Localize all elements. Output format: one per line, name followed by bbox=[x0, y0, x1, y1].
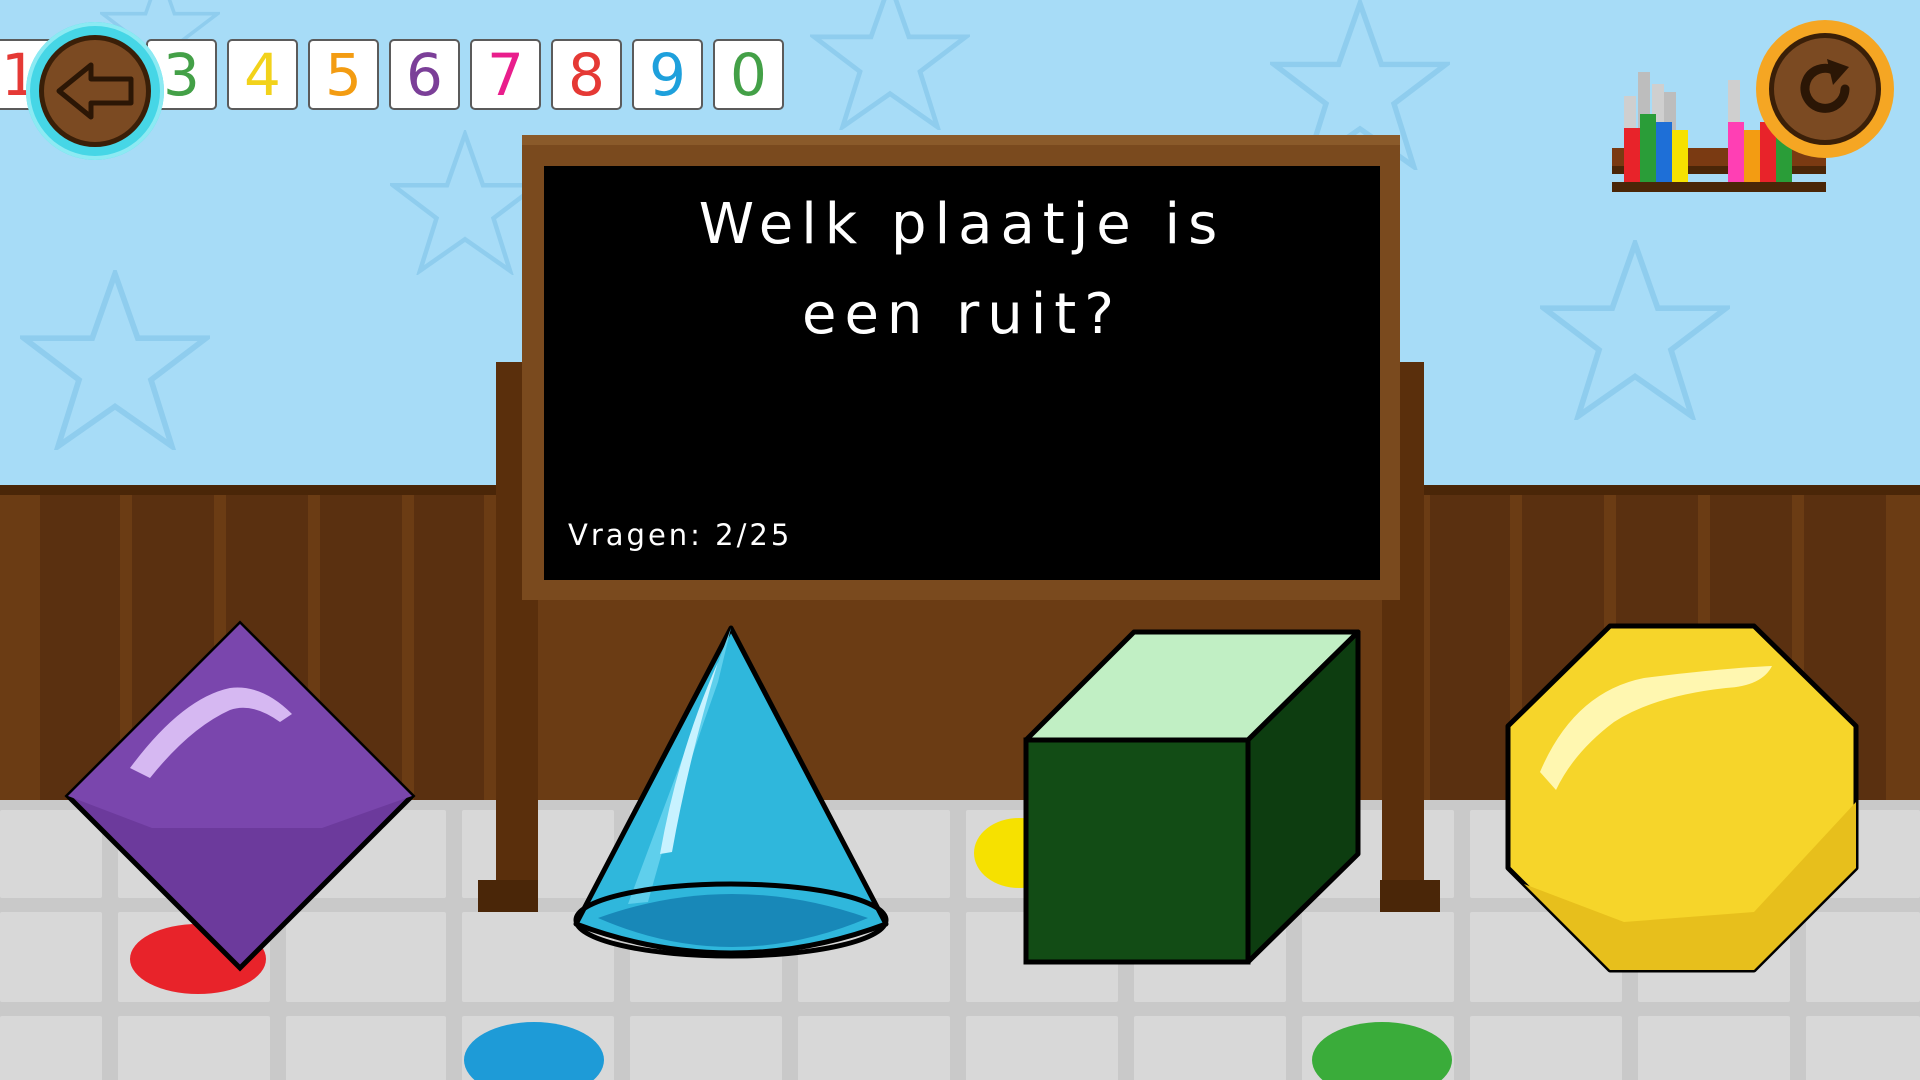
wall-star-decoration bbox=[390, 130, 540, 275]
question-line-1: Welk plaatje is bbox=[698, 192, 1226, 257]
number-tile-7: 7 bbox=[470, 39, 541, 110]
back-button-face bbox=[39, 35, 151, 147]
number-tile-6: 6 bbox=[389, 39, 460, 110]
question-text: Welk plaatje is een ruit? bbox=[544, 180, 1380, 360]
wall-star-decoration bbox=[810, 0, 970, 130]
back-arrow-icon bbox=[56, 62, 134, 120]
option-diamond[interactable] bbox=[62, 618, 418, 974]
chalkboard: Welk plaatje is een ruit? Vragen: 2/25 bbox=[544, 166, 1380, 580]
game-scene: Welk plaatje is een ruit? Vragen: 2/25 1… bbox=[0, 0, 1920, 1080]
number-label: 9 bbox=[649, 40, 686, 109]
number-label: 5 bbox=[325, 40, 362, 109]
number-tile-8: 8 bbox=[551, 39, 622, 110]
number-label: 0 bbox=[730, 40, 767, 109]
number-label: 4 bbox=[244, 40, 281, 109]
question-line-2: een ruit? bbox=[802, 282, 1122, 347]
easel-foot-left bbox=[478, 880, 538, 912]
reload-button[interactable] bbox=[1756, 20, 1894, 158]
number-label: 6 bbox=[406, 40, 443, 109]
number-label: 8 bbox=[568, 40, 605, 109]
reload-button-face bbox=[1769, 33, 1881, 145]
number-label: 7 bbox=[487, 40, 524, 109]
question-progress: Vragen: 2/25 bbox=[568, 518, 793, 552]
number-tile-5: 5 bbox=[308, 39, 379, 110]
number-tile-0: 0 bbox=[713, 39, 784, 110]
wall-star-decoration bbox=[20, 270, 210, 450]
wall-star-decoration bbox=[1540, 240, 1730, 420]
number-label: 3 bbox=[163, 40, 200, 109]
reload-icon bbox=[1800, 59, 1850, 113]
back-button[interactable] bbox=[26, 22, 164, 160]
option-cube[interactable] bbox=[1022, 628, 1362, 966]
option-octagon[interactable] bbox=[1504, 622, 1860, 974]
number-tile-4: 4 bbox=[227, 39, 298, 110]
easel-foot-right bbox=[1380, 880, 1440, 912]
option-cone[interactable] bbox=[568, 622, 894, 974]
number-tile-9: 9 bbox=[632, 39, 703, 110]
